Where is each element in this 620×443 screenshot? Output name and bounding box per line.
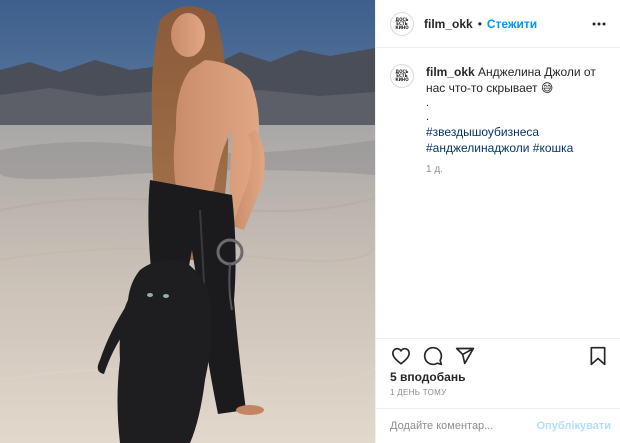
post-header: ДОСЬ ЕСТЬ КИНО film_okk • Стежити xyxy=(376,0,620,48)
instagram-post: ДОСЬ ЕСТЬ КИНО film_okk • Стежити ДОСЬ Е… xyxy=(0,0,620,443)
caption: ДОСЬ ЕСТЬ КИНО film_okk Анджелина Джоли … xyxy=(390,64,606,178)
post-photo[interactable] xyxy=(0,0,375,443)
caption-age: 1 д. xyxy=(426,164,443,175)
share-icon[interactable] xyxy=(454,345,476,367)
hashtag-link[interactable]: #звездышоубизнеса xyxy=(426,125,539,139)
comment-form: Опублікувати xyxy=(376,408,620,443)
heart-icon[interactable] xyxy=(390,345,412,367)
caption-area: ДОСЬ ЕСТЬ КИНО film_okk Анджелина Джоли … xyxy=(376,48,620,338)
comment-input[interactable] xyxy=(390,420,537,432)
avatar[interactable]: ДОСЬ ЕСТЬ КИНО xyxy=(390,11,414,36)
caption-body: film_okk Анджелина Джоли от нас что-то с… xyxy=(426,64,606,178)
post-sidebar: ДОСЬ ЕСТЬ КИНО film_okk • Стежити ДОСЬ Е… xyxy=(375,0,620,443)
hashtag-link[interactable]: #кошка xyxy=(533,141,574,155)
avatar-text-line: КИНО xyxy=(395,77,409,82)
publish-button[interactable]: Опублікувати xyxy=(537,420,611,432)
more-icon[interactable] xyxy=(590,17,608,31)
comment-icon[interactable] xyxy=(422,345,444,367)
caption-dot-line: . xyxy=(426,111,430,123)
caption-dot-line: . xyxy=(426,97,430,109)
likes-count[interactable]: 5 вподобань xyxy=(390,370,465,384)
caption-avatar[interactable]: ДОСЬ ЕСТЬ КИНО xyxy=(390,64,414,88)
separator-dot: • xyxy=(477,16,482,31)
avatar-logo: ДОСЬ ЕСТЬ КИНО xyxy=(395,70,408,82)
caption-username[interactable]: film_okk xyxy=(426,65,475,79)
hashtag-link[interactable]: #анджелинаджоли xyxy=(426,141,529,155)
photo-illustration xyxy=(0,0,375,443)
post-date[interactable]: 1 ДЕНЬ ТОМУ xyxy=(390,388,446,397)
action-bar xyxy=(376,338,620,368)
bookmark-icon[interactable] xyxy=(587,345,609,367)
follow-button[interactable]: Стежити xyxy=(487,17,537,31)
avatar-logo: ДОСЬ ЕСТЬ КИНО xyxy=(395,17,409,30)
username-link[interactable]: film_okk xyxy=(424,17,473,31)
avatar-text-line: КИНО xyxy=(395,24,409,30)
